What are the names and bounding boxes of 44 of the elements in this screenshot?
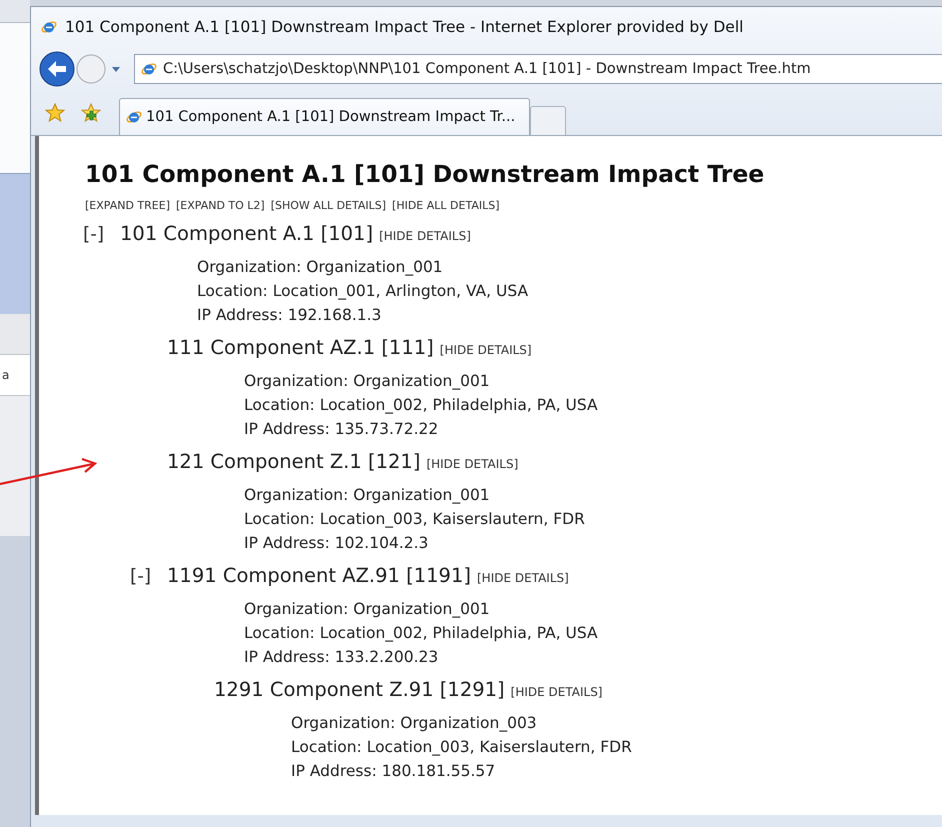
globe-e-icon <box>126 109 142 125</box>
action-link[interactable]: [EXPAND TO L2] <box>176 199 265 213</box>
detail-text: Organization: Organization_001 <box>244 599 491 620</box>
action-link[interactable]: [HIDE ALL DETAILS] <box>392 199 500 213</box>
browser-tab[interactable]: 101 Component A.1 [101] Downstream Impact Tr... <box>119 98 530 135</box>
detail-text: Organization: Organization_001 <box>244 371 491 392</box>
detail-text: IP Address: 192.168.1.3 <box>197 305 382 326</box>
detail-text: Location: Location_003, Kaiserslautern, FDR <box>244 509 586 530</box>
globe-e-icon <box>41 19 57 35</box>
address-field[interactable]: C:\Users\schatzjo\Desktop\NNP\101 Component A.1 [101] - Downstream Impact Tree.htm <box>134 54 942 84</box>
page-heading: 101 Component A.1 [101] Downstream Impact Tree <box>85 160 766 188</box>
detail-text: Organization: Organization_001 <box>197 257 444 278</box>
details-link[interactable]: [HIDE DETAILS] <box>440 335 532 365</box>
detail-text: IP Address: 135.73.72.22 <box>244 419 440 440</box>
detail-text: IP Address: 102.104.2.3 <box>244 533 430 554</box>
details-link[interactable]: [HIDE DETAILS] <box>476 563 569 593</box>
node-label: 101 Component A.1 [101] <box>120 221 374 247</box>
detail-text: Location: Location_002, Philadelphia, PA, USA <box>244 395 599 416</box>
star-icon[interactable] <box>45 103 65 123</box>
detail-text: Location: Location_002, Philadelphia, PA, USA <box>244 623 599 644</box>
action-link[interactable]: [EXPAND TREE] <box>85 199 170 213</box>
window-field[interactable]: a <box>0 354 30 396</box>
detail-text: Organization: Organization_001 <box>244 485 491 506</box>
details-link[interactable]: [HIDE DETAILS] <box>426 449 518 479</box>
detail-text: IP Address: 133.2.200.23 <box>244 647 440 668</box>
back-button[interactable] <box>39 51 75 87</box>
details-link[interactable]: [HIDE DETAILS] <box>379 221 471 251</box>
collapse-toggle[interactable]: [-] <box>83 220 120 250</box>
window-edge <box>0 0 30 23</box>
detail-text: Organization: Organization_003 <box>291 713 538 734</box>
detail-text: Location: Location_001, Arlington, VA, USA <box>197 281 530 302</box>
globe-e-icon <box>141 61 157 77</box>
detail-text: IP Address: 180.181.55.57 <box>291 761 496 782</box>
node-label: 121 Component Z.1 [121] <box>167 449 420 475</box>
window-title: 101 Component A.1 [101] Downstream Impact Tree - Internet Explorer provided by Dell <box>65 18 744 36</box>
star-plus-icon[interactable] <box>81 103 101 123</box>
detail-text: Location: Location_003, Kaiserslautern, FDR <box>291 737 633 758</box>
details-link[interactable]: [HIDE DETAILS] <box>510 677 602 707</box>
caret-icon[interactable] <box>112 66 120 72</box>
collapse-toggle[interactable]: [-] <box>130 562 167 592</box>
action-link[interactable]: [SHOW ALL DETAILS] <box>270 199 386 213</box>
node-label: 1291 Component Z.91 [1291] <box>214 677 505 703</box>
node-label: 111 Component AZ.1 [111] <box>167 335 434 361</box>
node-label: 1191 Component AZ.91 [1191] <box>167 563 471 589</box>
